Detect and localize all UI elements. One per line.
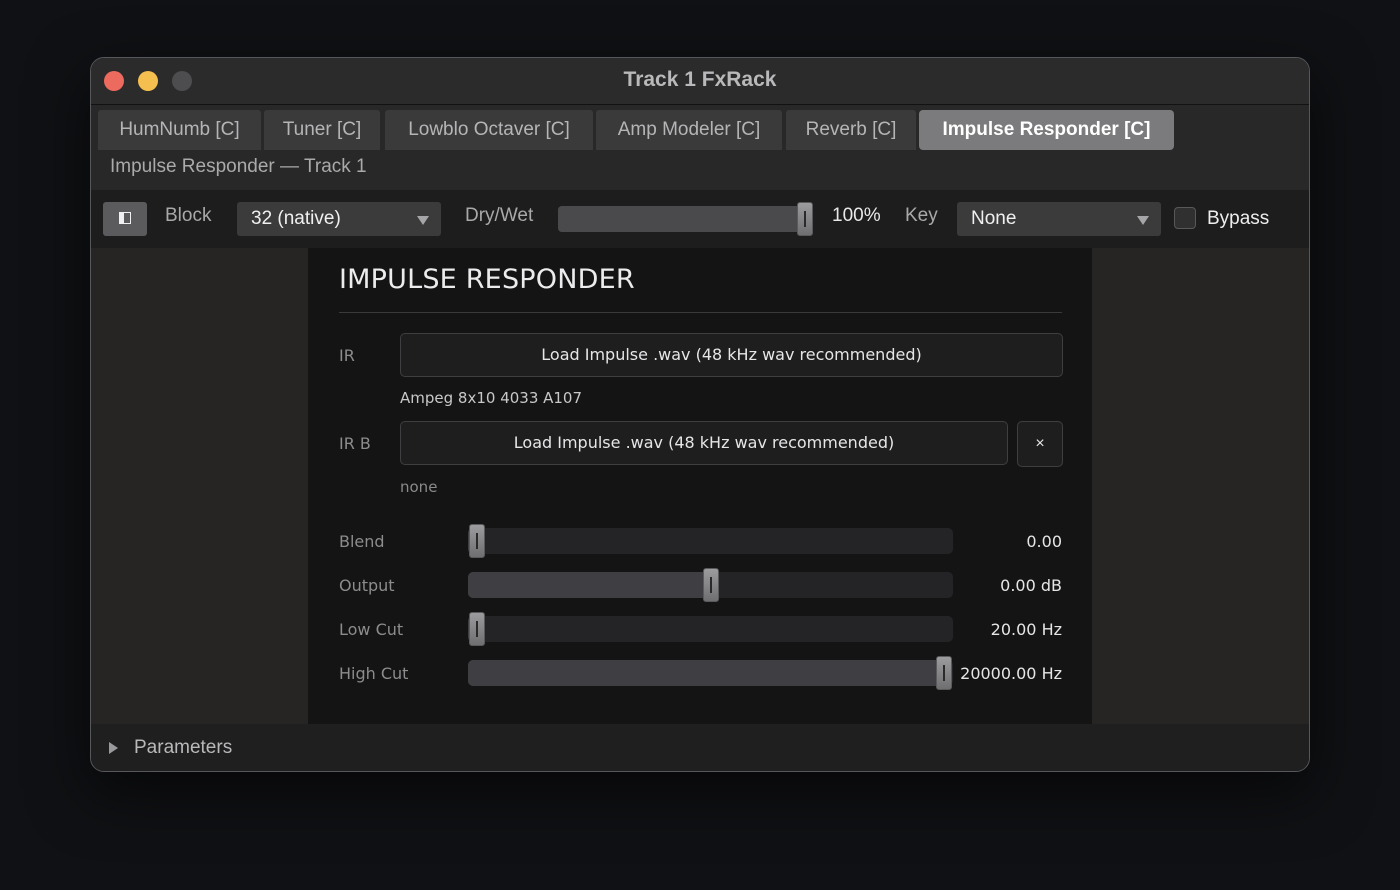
panel-divider bbox=[339, 312, 1062, 313]
key-select[interactable]: None bbox=[957, 202, 1161, 236]
tab-humnumb[interactable]: HumNumb [C] bbox=[98, 110, 261, 150]
bypass-checkbox[interactable] bbox=[1174, 207, 1196, 229]
parameters-disclosure[interactable]: Parameters bbox=[91, 724, 1309, 771]
high-cut-value: 20000.00 Hz bbox=[960, 664, 1062, 683]
block-size-select[interactable]: 32 (native) bbox=[237, 202, 441, 236]
parameters-label[interactable]: Parameters bbox=[134, 737, 232, 759]
sidebar-toggle-button[interactable] bbox=[103, 202, 147, 236]
drywet-value: 100% bbox=[832, 205, 881, 226]
chevron-down-icon bbox=[417, 216, 429, 225]
tab-lowblo-octaver[interactable]: Lowblo Octaver [C] bbox=[385, 110, 593, 150]
tab-reverb[interactable]: Reverb [C] bbox=[786, 110, 916, 150]
chevron-down-icon bbox=[1137, 216, 1149, 225]
key-value: None bbox=[971, 208, 1017, 229]
blend-label: Blend bbox=[339, 532, 385, 551]
fxrack-window: Track 1 FxRack HumNumb [C] Tuner [C] Low… bbox=[90, 57, 1310, 772]
output-slider-fill bbox=[468, 572, 711, 598]
blend-value: 0.00 bbox=[1026, 532, 1062, 551]
panel-title: IMPULSE RESPONDER bbox=[339, 264, 635, 295]
drywet-slider-thumb[interactable] bbox=[797, 202, 813, 236]
ir-b-label: IR B bbox=[339, 434, 371, 453]
block-label: Block bbox=[165, 205, 212, 226]
output-label: Output bbox=[339, 576, 395, 595]
load-ir-b-button[interactable]: Load Impulse .wav (48 kHz wav recommende… bbox=[400, 421, 1008, 465]
plugin-subtitle: Impulse Responder — Track 1 bbox=[110, 156, 367, 177]
ir-label: IR bbox=[339, 346, 355, 365]
drywet-label: Dry/Wet bbox=[465, 205, 534, 226]
low-cut-slider[interactable] bbox=[468, 616, 953, 642]
block-size-value: 32 (native) bbox=[251, 208, 341, 229]
title-bar[interactable]: Track 1 FxRack bbox=[91, 58, 1309, 105]
window-title: Track 1 FxRack bbox=[623, 68, 777, 91]
drywet-slider-fill bbox=[558, 206, 805, 232]
subtitle-row: Impulse Responder — Track 1 bbox=[91, 150, 1309, 190]
plugin-tab-bar: HumNumb [C] Tuner [C] Lowblo Octaver [C]… bbox=[91, 105, 1309, 150]
output-slider-thumb[interactable] bbox=[702, 568, 719, 602]
output-value: 0.00 dB bbox=[1000, 576, 1062, 595]
tab-amp-modeler[interactable]: Amp Modeler [C] bbox=[596, 110, 782, 150]
low-cut-slider-thumb[interactable] bbox=[469, 612, 485, 646]
ir-file-name: Ampeg 8x10 4033 A107 bbox=[400, 389, 583, 407]
bypass-label[interactable]: Bypass bbox=[1207, 208, 1269, 230]
load-ir-button[interactable]: Load Impulse .wav (48 kHz wav recommende… bbox=[400, 333, 1063, 377]
sidebar-toggle-icon bbox=[119, 212, 131, 224]
low-cut-label: Low Cut bbox=[339, 620, 404, 639]
impulse-responder-panel: IMPULSE RESPONDER IR Load Impulse .wav (… bbox=[308, 248, 1092, 724]
tab-tuner[interactable]: Tuner [C] bbox=[264, 110, 380, 150]
clear-ir-b-button[interactable]: × bbox=[1017, 421, 1063, 467]
blend-slider[interactable] bbox=[468, 528, 953, 554]
plugin-content-area: IMPULSE RESPONDER IR Load Impulse .wav (… bbox=[91, 248, 1309, 724]
ir-b-file-name: none bbox=[400, 478, 438, 496]
low-cut-value: 20.00 Hz bbox=[990, 620, 1062, 639]
high-cut-label: High Cut bbox=[339, 664, 409, 683]
key-label: Key bbox=[905, 205, 938, 226]
disclosure-triangle-icon[interactable] bbox=[109, 742, 118, 754]
blend-slider-thumb[interactable] bbox=[469, 524, 485, 558]
high-cut-slider[interactable] bbox=[468, 660, 953, 686]
drywet-slider[interactable] bbox=[558, 206, 813, 232]
tab-impulse-responder[interactable]: Impulse Responder [C] bbox=[919, 110, 1174, 150]
high-cut-slider-fill bbox=[468, 660, 944, 686]
plugin-toolbar: Block 32 (native) Dry/Wet 100% Key None … bbox=[91, 190, 1309, 248]
